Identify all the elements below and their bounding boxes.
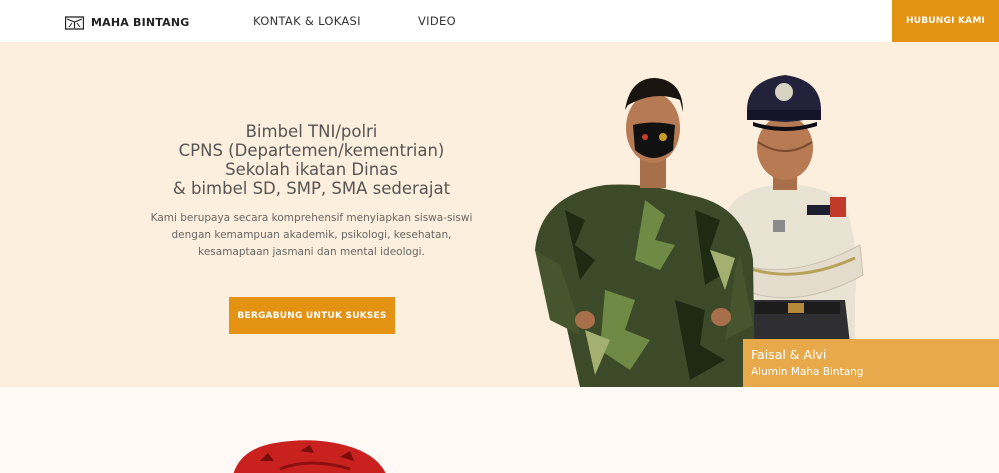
alumni-subtitle: Alumin Maha Bintang <box>751 366 864 378</box>
join-for-success-button[interactable]: BERGABUNG UNTUK SUKSES <box>229 297 395 334</box>
nav-link-kontak-lokasi[interactable]: KONTAK & LOKASI <box>253 14 361 28</box>
nav-link-video[interactable]: VIDEO <box>418 14 456 28</box>
hero-title-line: Bimbel TNI/polri <box>245 122 378 141</box>
brand-logo[interactable]: MAHA BINTANG <box>65 13 190 31</box>
lower-section <box>0 387 999 473</box>
hero-title-line: Sekolah ikatan Dinas <box>225 160 398 179</box>
hero-description: Kami berupaya secara komprehensif menyia… <box>140 210 483 261</box>
hero-section: Bimbel TNI/polri CPNS (Departemen/kement… <box>0 42 999 387</box>
brand-name: MAHA BINTANG <box>91 15 190 29</box>
alumni-caption: Faisal & Alvi Alumin Maha Bintang <box>743 339 999 387</box>
book-logo-icon <box>65 15 84 30</box>
partial-photo <box>233 440 386 473</box>
hero-title-line: & bimbel SD, SMP, SMA sederajat <box>172 179 451 198</box>
army-figure <box>535 78 755 387</box>
hero-title-line: CPNS (Departemen/kementrian) <box>178 141 445 160</box>
hero-description-line: dengan kemampuan akademik, psikologi, ke… <box>171 229 452 241</box>
hero-title: Bimbel TNI/polri CPNS (Departemen/kement… <box>130 122 493 198</box>
hero-description-line: kesamaptaan jasmani dan mental ideologi. <box>198 246 425 258</box>
top-navbar: MAHA BINTANG KONTAK & LOKASI VIDEO HUBUN… <box>0 0 999 42</box>
hero-description-line: Kami berupaya secara komprehensif menyia… <box>150 212 473 224</box>
contact-us-button[interactable]: HUBUNGI KAMI <box>892 0 999 42</box>
alumni-names: Faisal & Alvi <box>751 347 827 362</box>
